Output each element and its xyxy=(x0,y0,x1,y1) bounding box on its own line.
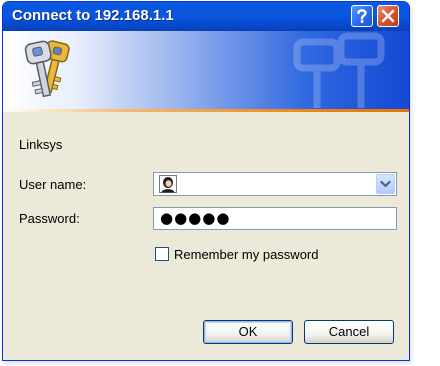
title-bar[interactable]: Connect to 192.168.1.1 xyxy=(3,2,409,31)
remember-password-label[interactable]: Remember my password xyxy=(174,247,319,262)
dropdown-button[interactable] xyxy=(376,174,395,194)
login-dialog: Connect to 192.168.1.1 Linksys User name… xyxy=(2,1,410,361)
keys-icon xyxy=(24,40,70,98)
window-title: Connect to 192.168.1.1 xyxy=(12,7,174,24)
remember-password-checkbox[interactable] xyxy=(155,247,169,261)
realm-text: Linksys xyxy=(19,137,63,152)
question-mark-icon xyxy=(357,9,367,23)
help-button[interactable] xyxy=(351,5,373,27)
username-label: User name: xyxy=(19,177,87,192)
banner-divider xyxy=(3,109,409,112)
password-value: ●●●●● xyxy=(160,209,231,227)
password-label: Password: xyxy=(19,211,80,226)
ok-button[interactable]: OK xyxy=(203,320,293,344)
keys-watermark-icon xyxy=(293,32,385,108)
password-input[interactable]: ●●●●● xyxy=(153,207,397,230)
close-x-icon xyxy=(381,9,395,23)
close-button[interactable] xyxy=(377,5,399,27)
user-avatar-icon xyxy=(159,175,177,193)
chevron-down-icon xyxy=(380,180,391,188)
username-combobox[interactable] xyxy=(153,172,397,196)
cancel-button[interactable]: Cancel xyxy=(304,320,394,344)
